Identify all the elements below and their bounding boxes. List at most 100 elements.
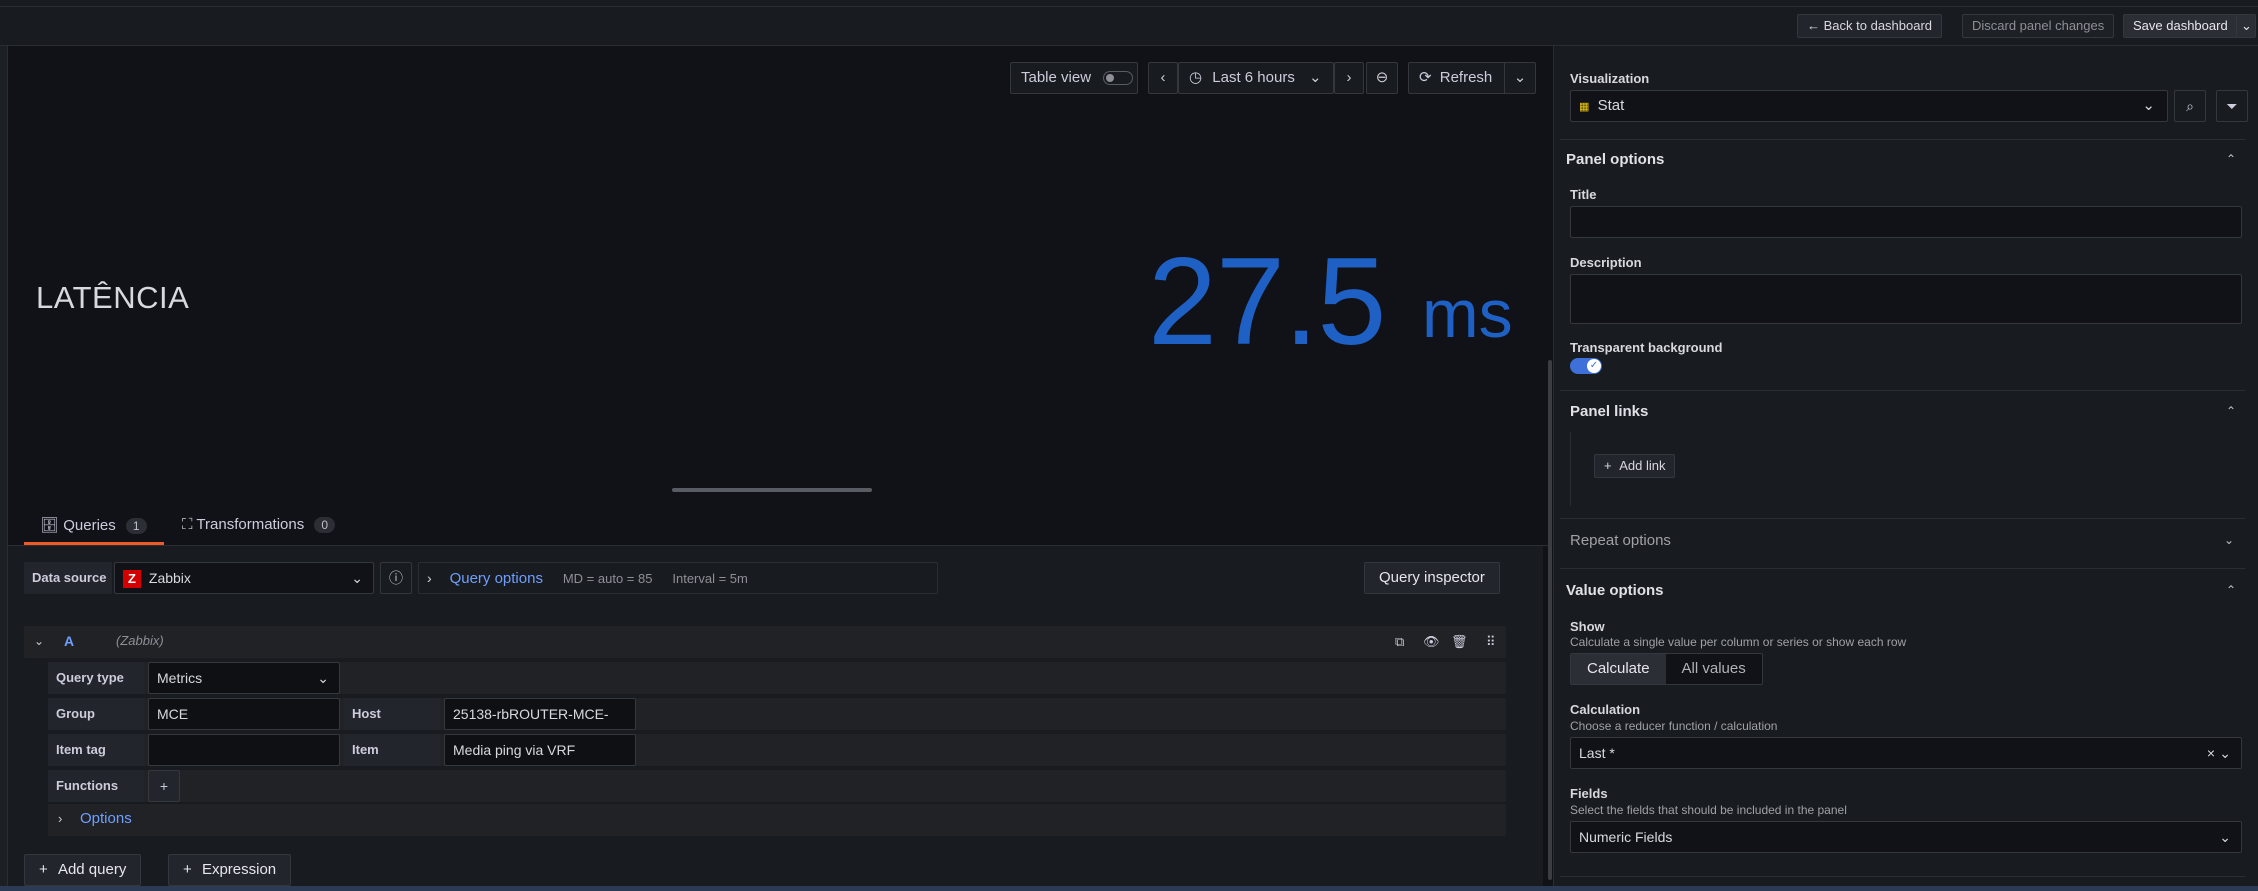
- toggle-switch[interactable]: [1103, 71, 1134, 86]
- description-label: Description: [1570, 255, 1642, 270]
- time-forward-button[interactable]: ›: [1334, 62, 1364, 94]
- active-tab-indicator: [24, 542, 164, 545]
- add-link-label: Add link: [1619, 458, 1666, 473]
- title-label: Title: [1570, 187, 1597, 202]
- links-indent: [1570, 432, 1574, 506]
- show-description: Calculate a single value per column or s…: [1570, 635, 1907, 649]
- search-icon: ⌕: [2186, 98, 2194, 114]
- chevron-down-icon: ⌄: [1309, 69, 1322, 86]
- divider: [1560, 876, 2245, 877]
- close-icon[interactable]: ×: [2207, 738, 2215, 768]
- add-query-label: Add query: [57, 861, 127, 878]
- query-row-header: [24, 626, 1506, 658]
- datasource-picker[interactable]: Z Zabbix ⌄: [114, 562, 374, 594]
- query-tabs: 🗄 Queries 1 ⛶ Transformations 0: [8, 508, 1551, 546]
- eye-icon[interactable]: 👁: [1423, 634, 1440, 650]
- show-mode-toggle: Calculate All values: [1570, 653, 1763, 685]
- calculation-value: Last *: [1579, 745, 1615, 761]
- repeat-options-header[interactable]: Repeat options: [1570, 532, 1671, 549]
- tab-queries[interactable]: 🗄 Queries 1: [40, 516, 147, 534]
- search-options-button[interactable]: ⌕: [2174, 90, 2206, 122]
- query-type-label: Query type: [48, 662, 144, 694]
- chevron-right-icon: ›: [58, 811, 63, 826]
- stat-title: LATÊNCIA: [36, 280, 190, 315]
- top-toolbar: ← Back to dashboard Discard panel change…: [0, 0, 2258, 46]
- zoom-out-button[interactable]: ⊖: [1366, 62, 1398, 94]
- save-dashboard-button[interactable]: Save dashboard: [2123, 14, 2255, 38]
- show-label: Show: [1570, 619, 1605, 634]
- plus-icon: +: [1604, 458, 1612, 473]
- panel-links-header[interactable]: Panel links: [1570, 403, 1648, 420]
- discard-panel-changes-button[interactable]: Discard panel changes: [1962, 14, 2115, 38]
- query-inspector-button[interactable]: Query inspector: [1364, 562, 1500, 594]
- plus-icon: +: [159, 778, 169, 794]
- trash-icon[interactable]: 🗑: [1451, 634, 1468, 650]
- title-input[interactable]: [1570, 206, 2242, 238]
- query-ref-id[interactable]: A: [64, 633, 74, 649]
- all-values-option[interactable]: All values: [1666, 654, 1762, 684]
- add-query-button[interactable]: + Add query: [24, 854, 142, 886]
- drag-handle-icon[interactable]: ⠿: [1486, 634, 1496, 650]
- group-input[interactable]: MCE: [148, 698, 340, 730]
- options-row: [48, 804, 1506, 836]
- chevron-down-icon: ⌄: [317, 670, 329, 686]
- interval-info: Interval = 5m: [672, 571, 748, 586]
- query-scrollbar[interactable]: [1548, 360, 1552, 880]
- stat-value: 27.5: [1148, 233, 1386, 371]
- host-input[interactable]: 25138-rbROUTER-MCE-: [444, 698, 636, 730]
- value-options-header[interactable]: Value options: [1566, 582, 1664, 599]
- divider: [1560, 390, 2245, 391]
- table-view-toggle[interactable]: Table view: [1010, 62, 1138, 94]
- splitter-handle[interactable]: [672, 488, 872, 492]
- table-view-label: Table view: [1021, 69, 1092, 86]
- refresh-button[interactable]: ⟳ Refresh: [1408, 62, 1518, 94]
- query-options-bar[interactable]: › Query options MD = auto = 85 Interval …: [418, 562, 938, 594]
- transparent-background-switch[interactable]: [1570, 358, 1602, 374]
- add-function-button[interactable]: +: [148, 770, 180, 802]
- duplicate-query-icon[interactable]: ⧉: [1395, 634, 1404, 650]
- save-options-dropdown[interactable]: ⌄: [2236, 14, 2256, 38]
- description-textarea[interactable]: [1570, 274, 2242, 324]
- fields-select[interactable]: Numeric Fields ⌄: [1570, 821, 2242, 853]
- item-tag-input[interactable]: [148, 734, 340, 766]
- query-options-link[interactable]: Query options: [450, 570, 543, 587]
- calculate-option[interactable]: Calculate: [1571, 654, 1666, 684]
- chevron-up-icon[interactable]: ⌃: [2226, 404, 2236, 418]
- add-link-button[interactable]: + Add link: [1594, 454, 1676, 478]
- chevron-down-icon: ⌄: [351, 570, 363, 586]
- divider: [1560, 568, 2245, 569]
- tab-transformations-label: Transformations: [196, 516, 305, 533]
- transform-icon: ⛶: [182, 516, 193, 533]
- item-input[interactable]: Media ping via VRF: [444, 734, 636, 766]
- time-back-button[interactable]: ‹: [1148, 62, 1178, 94]
- bottom-status-bar: [0, 886, 2258, 891]
- back-to-dashboard-button[interactable]: ← Back to dashboard: [1797, 14, 1943, 38]
- calculation-select[interactable]: Last * × ⌄: [1570, 737, 2242, 769]
- visualization-picker[interactable]: ▦ Stat ⌄: [1570, 90, 2168, 122]
- fields-value: Numeric Fields: [1579, 829, 1673, 845]
- chevron-right-icon: ›: [1346, 69, 1352, 86]
- chevron-up-icon[interactable]: ⌃: [2226, 152, 2236, 166]
- tab-transformations[interactable]: ⛶ Transformations 0: [182, 516, 336, 533]
- tab-queries-label: Queries: [63, 517, 116, 534]
- refresh-interval-dropdown[interactable]: ⌄: [1504, 62, 1536, 94]
- queries-count-badge: 1: [125, 518, 147, 534]
- collapse-chevron-icon[interactable]: ⌄: [34, 634, 44, 648]
- chevron-up-icon[interactable]: ⌃: [2226, 583, 2236, 597]
- query-datasource-name: (Zabbix): [116, 633, 164, 648]
- fields-label: Fields: [1570, 786, 1608, 801]
- query-type-select[interactable]: Metrics ⌄: [148, 662, 340, 694]
- chevron-down-icon[interactable]: ⌄: [2224, 533, 2234, 547]
- panel-options-header[interactable]: Panel options: [1566, 151, 1664, 168]
- group-label: Group: [48, 698, 144, 730]
- fields-description: Select the fields that should be include…: [1570, 803, 1847, 817]
- expression-button[interactable]: + Expression: [168, 854, 292, 886]
- options-toggle[interactable]: Options: [80, 810, 132, 827]
- datasource-help-button[interactable]: ⓘ: [380, 562, 412, 594]
- time-range-picker[interactable]: ◷ Last 6 hours ⌄: [1178, 62, 1334, 94]
- back-label: Back to dashboard: [1823, 18, 1933, 33]
- filter-options-button[interactable]: ⏷: [2216, 90, 2248, 122]
- arrow-left-icon: ←: [1807, 18, 1820, 33]
- save-label: Save dashboard: [2133, 18, 2228, 33]
- stat-unit: ms: [1422, 276, 1513, 352]
